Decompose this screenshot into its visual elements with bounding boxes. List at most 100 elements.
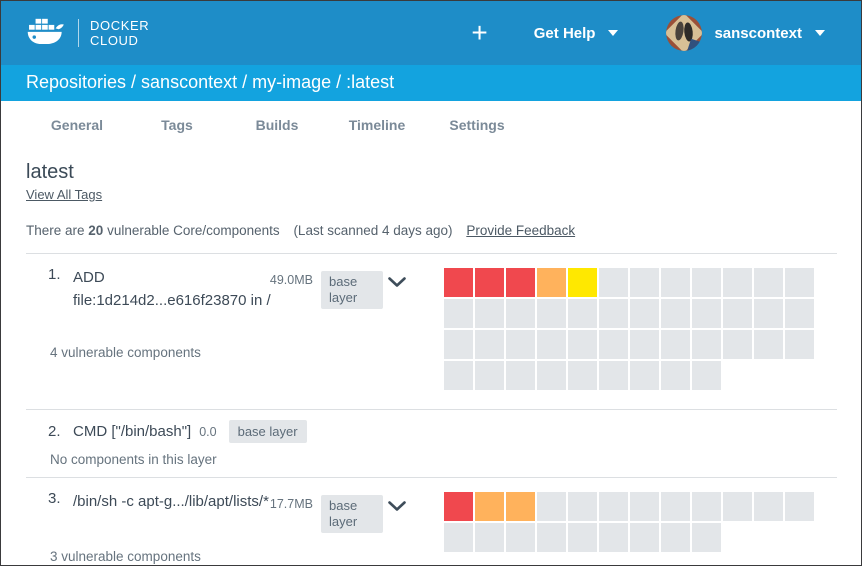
vuln-cell-none xyxy=(692,268,721,297)
vuln-cell-none xyxy=(754,492,783,521)
vuln-cell-none xyxy=(568,361,597,390)
docker-cloud-logo[interactable]: DOCKER CLOUD xyxy=(26,14,149,53)
vuln-cell-none xyxy=(723,268,752,297)
vuln-cell-none xyxy=(568,299,597,328)
vuln-cell-none xyxy=(754,330,783,359)
vuln-cell-none xyxy=(630,361,659,390)
last-scanned-text: (Last scanned 4 days ago) xyxy=(293,223,452,238)
vuln-cell-none xyxy=(475,299,504,328)
tab-tags[interactable]: Tags xyxy=(127,117,227,133)
base-layer-badge: base layer xyxy=(321,495,383,533)
vuln-cell-none xyxy=(692,361,721,390)
vuln-cell-none xyxy=(661,268,690,297)
vuln-cell-major xyxy=(506,492,535,521)
vuln-cell-none xyxy=(599,330,628,359)
vuln-cell-none xyxy=(661,523,690,552)
scan-summary: There are 20 vulnerable Core/components … xyxy=(26,223,837,238)
vuln-cell-none xyxy=(444,361,473,390)
vuln-cell-none xyxy=(630,330,659,359)
vuln-cell-none xyxy=(785,492,814,521)
vuln-cell-none xyxy=(444,330,473,359)
vuln-cell-none xyxy=(537,361,566,390)
vuln-cell-none xyxy=(506,330,535,359)
layer-list: 1. ADD file:1d214d2...e616f23870 in / 49… xyxy=(26,253,837,566)
vuln-cell-minor xyxy=(568,268,597,297)
vuln-cell-none xyxy=(630,492,659,521)
vuln-cell-none xyxy=(785,299,814,328)
vuln-cell-none xyxy=(692,492,721,521)
vuln-cell-none xyxy=(568,492,597,521)
layer-row-3: 3. /bin/sh -c apt-g.../lib/apt/lists/* 1… xyxy=(26,477,837,566)
vuln-cell-major xyxy=(537,268,566,297)
vuln-cell-none xyxy=(599,523,628,552)
vuln-cell-major xyxy=(475,492,504,521)
tab-timeline[interactable]: Timeline xyxy=(327,117,427,133)
account-caret-down-icon[interactable] xyxy=(815,30,825,36)
layer-row-2: 2. CMD ["/bin/bash"] 0.0 base layer No c… xyxy=(26,409,837,477)
vuln-cell-none xyxy=(723,492,752,521)
vuln-cell-none xyxy=(754,268,783,297)
vuln-cell-none xyxy=(599,299,628,328)
vuln-cell-none xyxy=(506,523,535,552)
vuln-cell-critical xyxy=(506,268,535,297)
top-bar-actions: + Get Help sanscontext xyxy=(471,15,825,51)
layer-note: 3 vulnerable components xyxy=(50,549,201,564)
vuln-cell-none xyxy=(537,523,566,552)
get-help-menu[interactable]: Get Help xyxy=(534,25,596,42)
tab-settings[interactable]: Settings xyxy=(427,117,527,133)
vuln-cell-none xyxy=(475,523,504,552)
vuln-cell-none xyxy=(692,299,721,328)
provide-feedback-link[interactable]: Provide Feedback xyxy=(466,223,575,238)
summary-suffix: vulnerable Core/components xyxy=(103,223,279,238)
vuln-cell-none xyxy=(630,523,659,552)
vuln-cell-none xyxy=(506,361,535,390)
vuln-cell-none xyxy=(475,330,504,359)
expand-chevron-down-icon[interactable] xyxy=(388,499,406,517)
tab-builds[interactable]: Builds xyxy=(227,117,327,133)
base-layer-badge: base layer xyxy=(321,271,383,309)
summary-prefix: There are xyxy=(26,223,88,238)
vulnerability-grid xyxy=(444,268,816,392)
brand-text: DOCKER CLOUD xyxy=(90,18,149,48)
expand-chevron-down-icon[interactable] xyxy=(388,275,406,293)
breadcrumb[interactable]: Repositories / sanscontext / my-image / … xyxy=(1,65,861,101)
vuln-cell-none xyxy=(599,492,628,521)
layer-command: ADD file:1d214d2...e616f23870 in / xyxy=(73,266,278,312)
vuln-cell-none xyxy=(568,523,597,552)
get-help-caret-down-icon[interactable] xyxy=(608,30,618,36)
view-all-tags-link[interactable]: View All Tags xyxy=(26,187,102,202)
layer-command: /bin/sh -c apt-g.../lib/apt/lists/* xyxy=(73,490,278,513)
layer-size: 17.7MB xyxy=(253,497,313,511)
vuln-cell-none xyxy=(444,523,473,552)
tab-general[interactable]: General xyxy=(27,117,127,133)
layer-size: 0.0 xyxy=(199,425,216,439)
layer-command: CMD ["/bin/bash"] xyxy=(73,423,191,440)
vulnerability-grid xyxy=(444,492,816,554)
vuln-cell-none xyxy=(661,330,690,359)
vuln-cell-none xyxy=(692,330,721,359)
vuln-cell-none xyxy=(723,299,752,328)
layer-number: 2. xyxy=(48,423,73,440)
docker-whale-icon xyxy=(26,14,66,53)
vuln-cell-critical xyxy=(444,268,473,297)
vuln-cell-none xyxy=(506,299,535,328)
vuln-cell-none xyxy=(630,299,659,328)
vuln-cell-none xyxy=(475,361,504,390)
top-bar: DOCKER CLOUD + Get Help xyxy=(1,1,861,65)
page-title: latest xyxy=(26,161,837,184)
layer-note: 4 vulnerable components xyxy=(50,345,201,360)
vuln-cell-none xyxy=(692,523,721,552)
base-layer-badge: base layer xyxy=(229,420,307,443)
logo-divider xyxy=(78,19,79,47)
add-icon[interactable]: + xyxy=(471,19,487,47)
vuln-cell-none xyxy=(754,299,783,328)
layer-row-1: 1. ADD file:1d214d2...e616f23870 in / 49… xyxy=(26,253,837,409)
vuln-cell-none xyxy=(630,268,659,297)
vulnerable-count: 20 xyxy=(88,223,103,238)
docker-cloud-window: DOCKER CLOUD + Get Help xyxy=(0,0,862,566)
vuln-cell-none xyxy=(599,268,628,297)
vuln-cell-none xyxy=(723,330,752,359)
avatar[interactable] xyxy=(666,15,702,51)
main-content: latest View All Tags There are 20 vulner… xyxy=(1,161,861,566)
username-menu[interactable]: sanscontext xyxy=(714,25,802,42)
